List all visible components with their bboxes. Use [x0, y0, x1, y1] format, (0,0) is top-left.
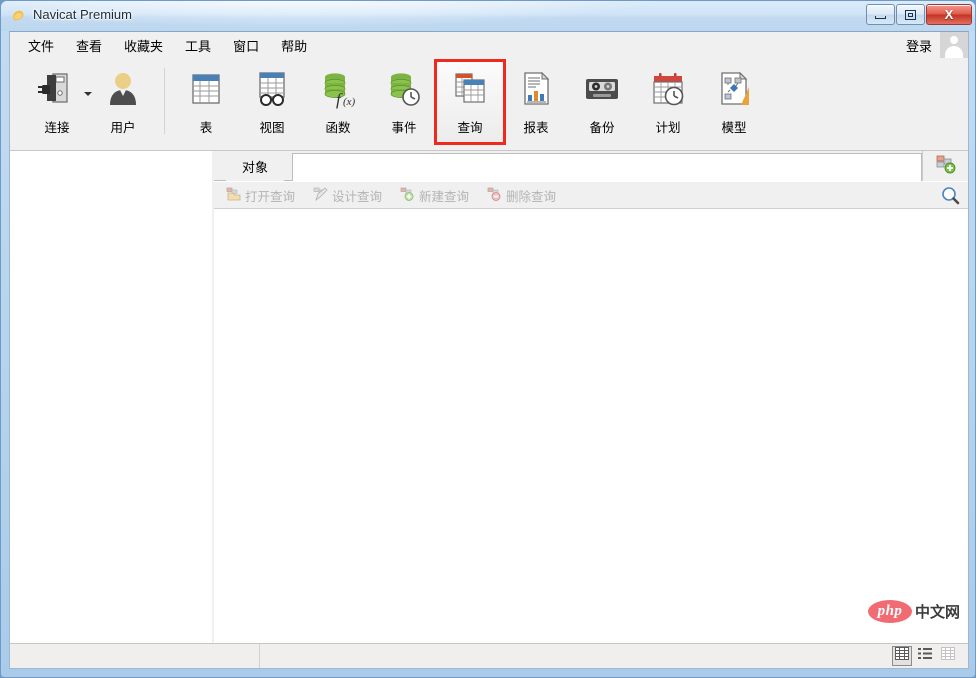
new-query-button[interactable]: 新建查询 [394, 184, 475, 207]
menu-favorites[interactable]: 收藏夹 [114, 33, 173, 58]
toolbar-table-label: 表 [199, 121, 213, 135]
toolbar-user[interactable]: 用户 [90, 62, 156, 142]
maximize-icon [905, 9, 916, 20]
open-query-icon [226, 187, 241, 204]
title-bar: Navicat Premium X [1, 1, 975, 31]
new-object-tab-button[interactable] [922, 151, 968, 181]
function-icon: f (x) [318, 68, 358, 110]
tab-objects-label: 对象 [242, 159, 269, 175]
delete-query-button[interactable]: 删除查询 [481, 184, 562, 207]
new-object-tab-icon [935, 154, 957, 179]
navicat-logo-icon [11, 8, 27, 24]
connection-tree-pane[interactable] [10, 151, 213, 643]
login-link[interactable]: 登录 [898, 36, 940, 55]
menu-tools[interactable]: 工具 [175, 33, 221, 58]
main-area: 对象 打开查询 设计查询 新建查询 删除查询 php 中文网 [10, 151, 968, 643]
menu-file[interactable]: 文件 [18, 33, 64, 58]
toolbar-query-label: 查询 [457, 121, 483, 135]
minimize-icon [875, 15, 886, 19]
toolbar-event-label: 事件 [391, 121, 417, 135]
menu-view[interactable]: 查看 [66, 33, 112, 58]
svg-text:(x): (x) [343, 96, 356, 108]
view-mode-grid[interactable] [892, 646, 912, 666]
status-divider [259, 644, 260, 668]
toolbar-connection[interactable]: 连接 [24, 62, 92, 142]
window-title: Navicat Premium [33, 7, 132, 22]
object-toolbar: 打开查询 设计查询 新建查询 删除查询 [214, 182, 968, 209]
schedule-icon [648, 68, 688, 110]
toolbar-query[interactable]: 查询 [434, 59, 506, 145]
menu-help[interactable]: 帮助 [271, 33, 317, 58]
open-query-label: 打开查询 [245, 189, 296, 204]
toolbar-view[interactable]: 视图 [239, 62, 305, 142]
model-icon [714, 68, 754, 110]
toolbar-report-label: 报表 [523, 121, 549, 135]
query-icon [450, 68, 490, 110]
view-mode-group [892, 646, 958, 666]
user-icon [103, 68, 143, 110]
close-button[interactable]: X [926, 4, 972, 25]
list-view-icon [918, 647, 932, 665]
backup-icon [582, 68, 622, 110]
report-icon [516, 68, 556, 110]
toolbar-model-label: 模型 [721, 121, 747, 135]
main-toolbar: 连接 用户 表 视图 f (x) 函数 事件 查询 报表 备份 计划 模型 [10, 58, 968, 151]
object-pane: 对象 打开查询 设计查询 新建查询 删除查询 [214, 151, 968, 643]
app-window: Navicat Premium X 文件 查看 收藏夹 工具 窗口 帮助 登录 [0, 0, 976, 678]
toolbar-schedule[interactable]: 计划 [635, 62, 701, 142]
view-mode-list[interactable] [915, 646, 935, 666]
tab-objects[interactable]: 对象 [226, 151, 285, 181]
toolbar-connection-label: 连接 [44, 121, 70, 135]
toolbar-report[interactable]: 报表 [503, 62, 569, 142]
delete-query-icon [487, 187, 502, 204]
toolbar-schedule-label: 计划 [655, 121, 681, 135]
search-icon[interactable] [941, 186, 960, 205]
maximize-button[interactable] [896, 4, 925, 25]
minimize-button[interactable] [866, 4, 895, 25]
toolbar-separator [164, 68, 165, 134]
event-icon [384, 68, 424, 110]
tab-content-area [292, 153, 922, 181]
toolbar-backup-label: 备份 [589, 121, 615, 135]
menu-window[interactable]: 窗口 [223, 33, 269, 58]
design-query-label: 设计查询 [332, 189, 383, 204]
new-query-label: 新建查询 [419, 189, 470, 204]
toolbar-model[interactable]: 模型 [701, 62, 767, 142]
toolbar-function[interactable]: f (x) 函数 [305, 62, 371, 142]
design-query-button[interactable]: 设计查询 [307, 184, 388, 207]
new-query-icon [400, 187, 415, 204]
open-query-button[interactable]: 打开查询 [220, 184, 301, 207]
toolbar-backup[interactable]: 备份 [569, 62, 635, 142]
toolbar-function-label: 函数 [325, 121, 351, 135]
grid-view-icon [895, 647, 909, 665]
window-controls: X [866, 4, 972, 25]
status-bar [10, 643, 968, 668]
detail-view-icon [941, 647, 955, 665]
close-icon: X [944, 7, 954, 22]
table-icon [186, 68, 226, 110]
connection-icon [37, 68, 77, 110]
toolbar-view-label: 视图 [259, 121, 285, 135]
view-mode-detail[interactable] [938, 646, 958, 666]
toolbar-table[interactable]: 表 [173, 62, 239, 142]
object-tab-strip: 对象 [214, 151, 968, 181]
view-icon [252, 68, 292, 110]
toolbar-user-label: 用户 [110, 121, 136, 135]
design-query-icon [313, 186, 328, 204]
menu-bar: 文件 查看 收藏夹 工具 窗口 帮助 登录 [10, 32, 968, 58]
login-area: 登录 [898, 32, 968, 58]
object-list-body[interactable] [214, 209, 968, 643]
client-area: 文件 查看 收藏夹 工具 窗口 帮助 登录 连接 用户 表 视图 f (x) 函… [9, 31, 969, 669]
user-avatar-icon[interactable] [940, 32, 968, 58]
toolbar-event[interactable]: 事件 [371, 62, 437, 142]
delete-query-label: 删除查询 [506, 189, 557, 204]
